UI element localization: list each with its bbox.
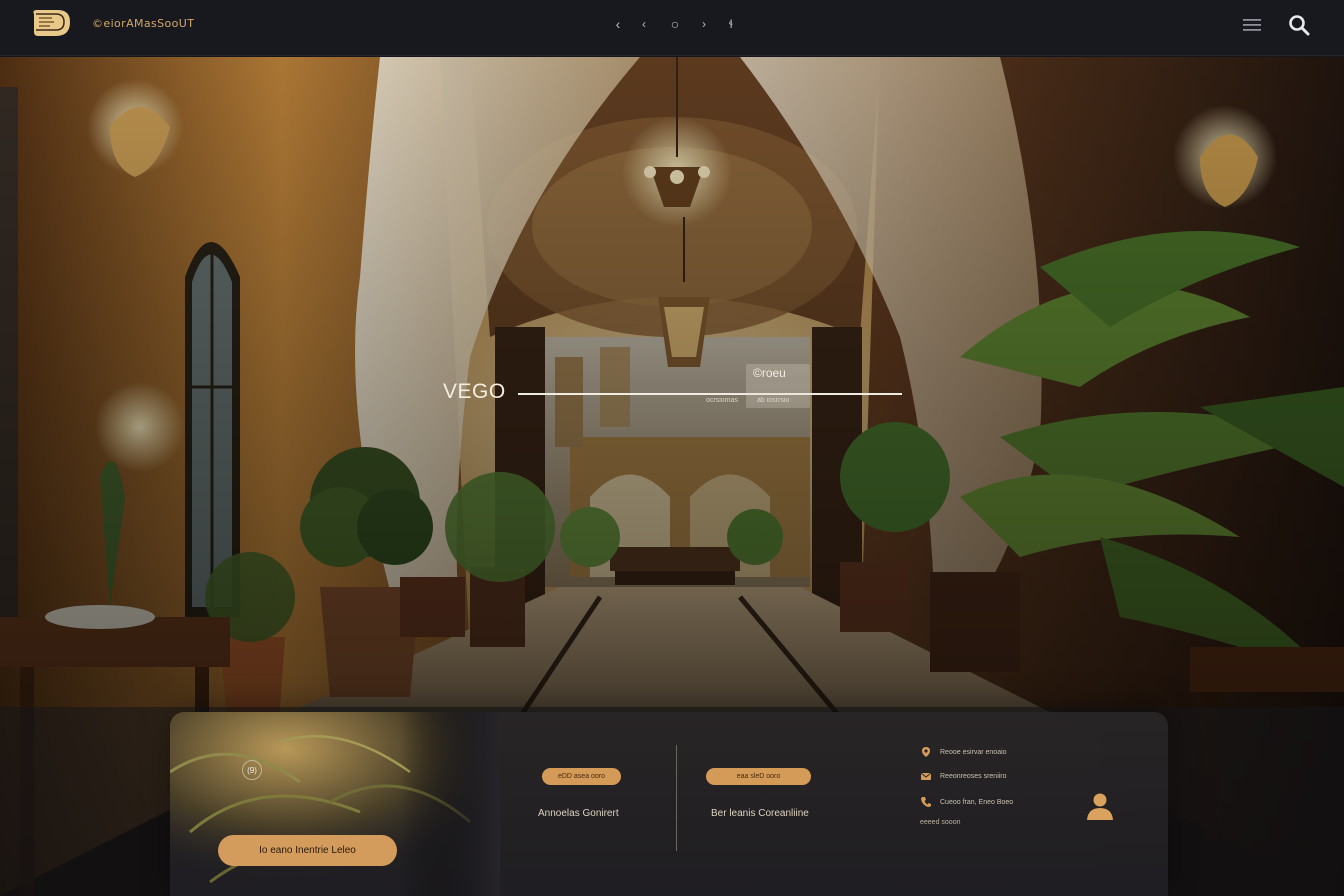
circle-icon: ○ <box>670 16 680 32</box>
brand-logo-icon[interactable] <box>30 8 72 38</box>
info-row: Reeonreoses sreniiro <box>920 770 1007 782</box>
column-2-label: Ber leanis Coreanliine <box>711 808 809 819</box>
mail-icon <box>920 770 932 782</box>
nav-shuffle-button[interactable]: ɬ <box>720 14 742 34</box>
user-icon[interactable] <box>1082 788 1118 824</box>
badge-icon: (9) <box>242 760 262 780</box>
info-row: Reooe esirvar enoaio <box>920 746 1007 758</box>
shuffle-icon: ɬ <box>729 17 733 31</box>
chevron-left-small-icon: ‹ <box>642 17 646 31</box>
info-extra-text: eeeed sooon <box>920 819 961 826</box>
nav-home-button[interactable]: ○ <box>664 14 686 34</box>
hero-tag-label: ©roeu <box>753 366 786 380</box>
column-1-label: Annoelas Gonirert <box>538 808 619 819</box>
info-row-text: Reooe esirvar enoaio <box>940 748 1007 756</box>
column-1-pill[interactable]: eDD asea ooro <box>542 768 621 785</box>
phone-icon <box>920 796 932 808</box>
top-bar: ©eiorAMasSooUT ‹ ‹ ○ › ɬ <box>0 0 1344 56</box>
fern-image <box>170 712 500 896</box>
hero-subtext-right: ab iosrrsio <box>757 397 790 404</box>
info-row-text: Reeonreoses sreniiro <box>940 772 1007 780</box>
hero-subtext-left: ocrsiomas <box>706 397 738 404</box>
location-pin-icon <box>920 746 932 758</box>
hamburger-menu-icon[interactable] <box>1240 13 1264 37</box>
search-icon[interactable] <box>1286 12 1312 38</box>
info-row-text: Cueoo fran, Eneo Boeo <box>940 798 1014 806</box>
info-row: Cueoo fran, Eneo Boeo <box>920 796 1013 808</box>
chevron-left-icon: ‹ <box>615 16 621 32</box>
nav-back-button[interactable]: ‹ <box>607 14 629 34</box>
column-2-pill[interactable]: eaa sleD ooro <box>706 768 811 785</box>
nav-next-button[interactable]: › <box>693 14 715 34</box>
info-panel: (9) Io eano Inentrie Leleo eDD asea ooro… <box>170 712 1168 896</box>
chevron-right-icon: › <box>702 17 706 31</box>
hero-divider-line <box>518 393 902 395</box>
hero-title: VEGO <box>443 380 506 403</box>
brand-name[interactable]: ©eiorAMasSooUT <box>92 17 194 30</box>
column-divider <box>676 745 677 851</box>
cta-button[interactable]: Io eano Inentrie Leleo <box>218 835 397 866</box>
nav-prev-button[interactable]: ‹ <box>633 14 655 34</box>
